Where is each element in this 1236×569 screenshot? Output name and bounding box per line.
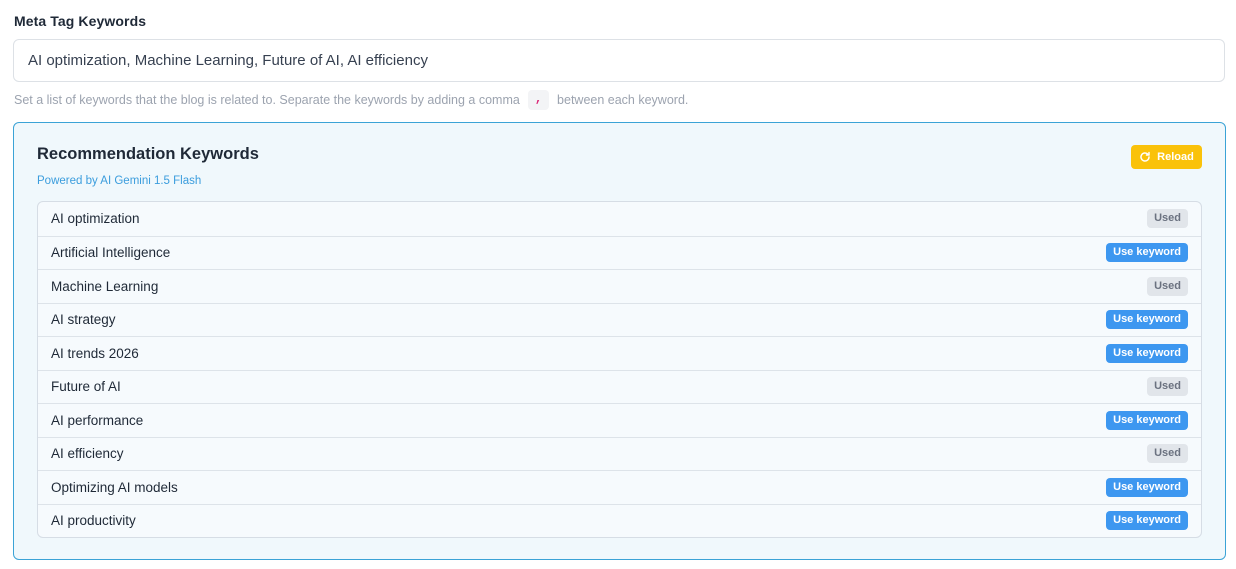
used-badge: Used xyxy=(1147,444,1188,464)
keyword-text: Future of AI xyxy=(51,379,121,395)
reload-label: Reload xyxy=(1157,151,1194,163)
keyword-row: Future of AI Used xyxy=(38,369,1201,404)
use-keyword-button[interactable]: Use keyword xyxy=(1106,477,1188,497)
help-text: Set a list of keywords that the blog is … xyxy=(14,90,688,110)
panel-subtitle: Powered by AI Gemini 1.5 Flash xyxy=(37,175,202,187)
comma-code-chip: , xyxy=(527,90,550,110)
used-badge: Used xyxy=(1147,276,1188,296)
keyword-text: Artificial Intelligence xyxy=(51,245,171,261)
meta-keywords-section: Meta Tag Keywords Set a list of keywords… xyxy=(0,0,1236,569)
keywords-input[interactable] xyxy=(13,39,1225,82)
keyword-row: AI optimization Used xyxy=(38,202,1201,236)
reload-button[interactable]: Reload xyxy=(1131,145,1202,169)
used-badge: Used xyxy=(1147,209,1188,229)
keyword-row: AI efficiency Used xyxy=(38,436,1201,471)
keyword-text: Optimizing AI models xyxy=(51,479,178,495)
panel-title: Recommendation Keywords xyxy=(37,145,259,163)
use-keyword-button[interactable]: Use keyword xyxy=(1106,243,1188,263)
keyword-row: Machine Learning Used xyxy=(38,269,1201,303)
keyword-row: AI trends 2026 Use keyword xyxy=(38,336,1201,370)
keyword-text: AI strategy xyxy=(51,312,116,328)
use-keyword-button[interactable]: Use keyword xyxy=(1106,410,1188,430)
use-keyword-button[interactable]: Use keyword xyxy=(1106,511,1188,531)
keyword-list: AI optimization Used Artificial Intelligen… xyxy=(37,201,1202,538)
keyword-row: Optimizing AI models Use keyword xyxy=(38,470,1201,504)
help-text-after: between each keyword. xyxy=(557,93,689,107)
help-text-before: Set a list of keywords that the blog is … xyxy=(14,93,520,107)
keyword-row: Artificial Intelligence Use keyword xyxy=(38,235,1201,270)
field-label: Meta Tag Keywords xyxy=(14,13,147,29)
keyword-text: AI performance xyxy=(51,412,144,428)
keyword-text: AI productivity xyxy=(51,513,136,529)
keyword-text: AI efficiency xyxy=(51,446,124,462)
keyword-text: AI optimization xyxy=(51,211,140,227)
keyword-row: AI productivity Use keyword xyxy=(38,503,1201,538)
keyword-row: AI performance Use keyword xyxy=(38,403,1201,437)
keyword-row: AI strategy Use keyword xyxy=(38,302,1201,337)
recommendation-panel: Recommendation Keywords Powered by AI Ge… xyxy=(13,122,1226,560)
use-keyword-button[interactable]: Use keyword xyxy=(1106,343,1188,363)
keyword-text: AI trends 2026 xyxy=(51,345,139,361)
keyword-text: Machine Learning xyxy=(51,278,159,294)
use-keyword-button[interactable]: Use keyword xyxy=(1106,310,1188,330)
used-badge: Used xyxy=(1147,377,1188,397)
refresh-icon xyxy=(1139,151,1151,163)
